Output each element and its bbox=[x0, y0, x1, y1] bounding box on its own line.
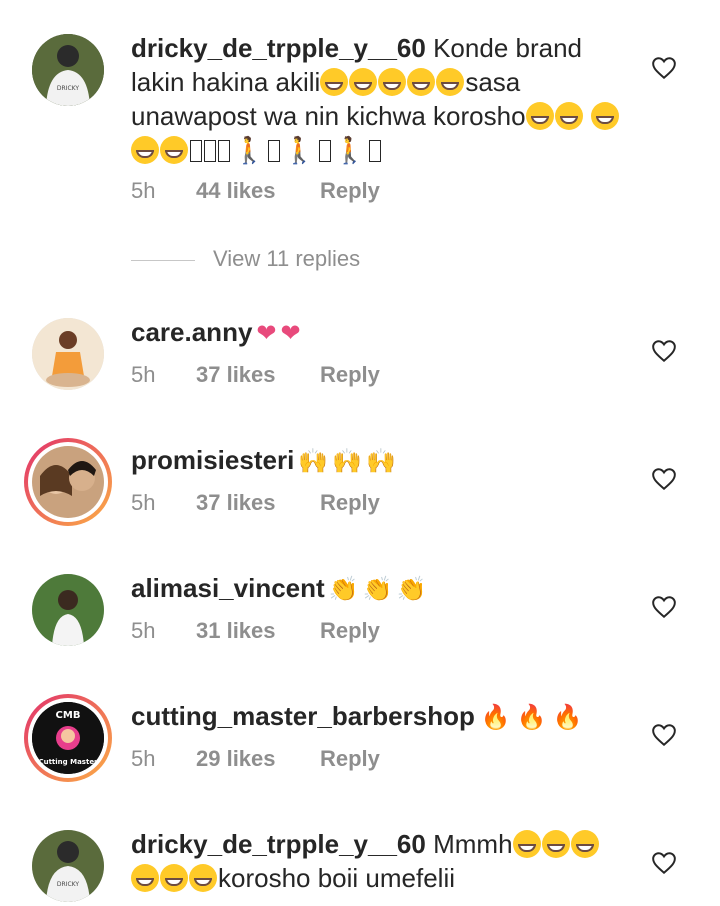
avatar[interactable] bbox=[32, 318, 104, 390]
walking-person-icon: 🚶 bbox=[333, 135, 367, 165]
likes-count[interactable]: 44 likes bbox=[196, 178, 320, 204]
raised-hands-emoji-icon: 🙌 bbox=[332, 448, 363, 475]
reply-button[interactable]: Reply bbox=[320, 178, 380, 204]
reply-button[interactable]: Reply bbox=[320, 746, 380, 772]
comment-text: promisiesteri 🙌 🙌 🙌 bbox=[131, 443, 631, 479]
laughing-emoji-icon bbox=[131, 864, 159, 892]
laughing-emoji-icon bbox=[407, 68, 436, 96]
clapping-hands-emoji-icon: 👏 bbox=[328, 576, 359, 603]
walking-person-icon: 🚶 bbox=[283, 135, 316, 165]
laughing-emoji-icon bbox=[349, 68, 378, 96]
heart-outline-icon[interactable] bbox=[651, 339, 677, 363]
pink-heart-icon: ❤ bbox=[256, 320, 277, 347]
clapping-hands-emoji-icon: 👏 bbox=[362, 576, 393, 603]
comment-text: dricky_de_trpple_y__60 Konde brand lakin… bbox=[131, 31, 631, 167]
heart-outline-icon[interactable] bbox=[651, 595, 677, 619]
clapping-hands-emoji-icon: 👏 bbox=[396, 576, 427, 603]
heart-outline-icon[interactable] bbox=[651, 467, 677, 491]
likes-count[interactable]: 37 likes bbox=[196, 490, 320, 516]
barbershop-logo-icon: CMB Cutting Master bbox=[32, 702, 104, 774]
fire-emoji-icon: 🔥 bbox=[480, 704, 511, 731]
avatar-story-ring[interactable]: CMB Cutting Master bbox=[24, 694, 112, 782]
laughing-emoji-icon bbox=[590, 102, 619, 130]
laughing-emoji-icon bbox=[570, 830, 599, 858]
walking-person-icon: 🚶 bbox=[233, 135, 266, 165]
raised-hands-emoji-icon: 🙌 bbox=[298, 448, 329, 475]
missing-glyph-icon bbox=[268, 140, 281, 162]
view-replies-link[interactable]: View 11 replies bbox=[131, 246, 360, 272]
laughing-emoji-icon bbox=[189, 864, 217, 892]
laughing-emoji-icon bbox=[378, 68, 407, 96]
divider-line bbox=[131, 259, 195, 261]
timestamp: 5h bbox=[131, 618, 156, 643]
heart-outline-icon[interactable] bbox=[651, 723, 677, 747]
avatar: CMB Cutting Master bbox=[32, 702, 104, 774]
missing-glyph-icon bbox=[369, 140, 382, 162]
comment-meta: 5h 29 likes Reply bbox=[131, 746, 380, 772]
raised-hands-emoji-icon: 🙌 bbox=[366, 448, 396, 475]
laughing-emoji-icon bbox=[131, 136, 159, 164]
missing-glyph-icon bbox=[204, 140, 216, 162]
timestamp: 5h bbox=[131, 178, 156, 203]
likes-count[interactable]: 31 likes bbox=[196, 618, 320, 644]
reply-button[interactable]: Reply bbox=[320, 618, 380, 644]
laughing-emoji-icon bbox=[160, 864, 188, 892]
pink-heart-icon: ❤ bbox=[280, 320, 301, 347]
comment-text: cutting_master_barbershop 🔥 🔥 🔥 bbox=[131, 699, 631, 735]
reply-button[interactable]: Reply bbox=[320, 490, 380, 516]
svg-text:Cutting Master: Cutting Master bbox=[38, 758, 98, 766]
comment-meta: 5h 44 likes Reply bbox=[131, 178, 380, 204]
comment-body-part-2: korosho boii umefelii bbox=[218, 863, 456, 893]
fire-emoji-icon: 🔥 bbox=[516, 704, 547, 731]
avatar-story-ring[interactable] bbox=[24, 438, 112, 526]
svg-text:DRICKY: DRICKY bbox=[57, 85, 79, 92]
username[interactable]: dricky_de_trpple_y__60 bbox=[131, 33, 426, 63]
avatar[interactable]: DRICKY bbox=[32, 830, 104, 902]
timestamp: 5h bbox=[131, 490, 156, 515]
reply-button[interactable]: Reply bbox=[320, 362, 380, 388]
laughing-emoji-icon bbox=[554, 102, 583, 130]
timestamp: 5h bbox=[131, 746, 156, 771]
missing-glyph-icon bbox=[318, 140, 331, 162]
username[interactable]: alimasi_vincent bbox=[131, 573, 325, 603]
svg-text:DRICKY: DRICKY bbox=[57, 881, 79, 888]
comment-meta: 5h 37 likes Reply bbox=[131, 490, 380, 516]
timestamp: 5h bbox=[131, 362, 156, 387]
avatar-inner bbox=[28, 442, 108, 522]
heart-outline-icon[interactable] bbox=[651, 851, 677, 875]
avatar-image bbox=[32, 318, 104, 390]
likes-count[interactable]: 37 likes bbox=[196, 362, 320, 388]
view-replies-label: View 11 replies bbox=[213, 246, 361, 271]
username[interactable]: promisiesteri bbox=[131, 445, 294, 475]
laughing-emoji-icon bbox=[541, 830, 570, 858]
likes-count[interactable]: 29 likes bbox=[196, 746, 320, 772]
username[interactable]: care.anny bbox=[131, 317, 252, 347]
avatar-inner: CMB Cutting Master bbox=[28, 698, 108, 778]
comment-body-part-1: Mmmh bbox=[433, 829, 513, 859]
missing-glyph-icon bbox=[218, 140, 230, 162]
avatar[interactable]: DRICKY bbox=[32, 34, 104, 106]
avatar-image bbox=[32, 574, 104, 646]
comment-text: alimasi_vincent 👏 👏 👏 bbox=[131, 571, 631, 607]
avatar bbox=[32, 446, 104, 518]
comment-text: care.anny ❤ ❤ bbox=[131, 315, 631, 351]
fire-emoji-icon: 🔥 bbox=[552, 704, 583, 731]
avatar-image: DRICKY bbox=[32, 830, 104, 902]
heart-outline-icon[interactable] bbox=[651, 56, 677, 80]
laughing-emoji-icon bbox=[525, 102, 554, 130]
avatar-image: DRICKY bbox=[32, 34, 104, 106]
avatar[interactable] bbox=[32, 574, 104, 646]
laughing-emoji-icon bbox=[436, 68, 465, 96]
comment-meta: 5h 31 likes Reply bbox=[131, 618, 380, 644]
missing-glyph-icon bbox=[190, 140, 202, 162]
avatar-image bbox=[32, 446, 104, 518]
comment-meta: 5h 37 likes Reply bbox=[131, 362, 380, 388]
svg-text:CMB: CMB bbox=[56, 710, 81, 721]
laughing-emoji-icon bbox=[160, 136, 188, 164]
username[interactable]: dricky_de_trpple_y__60 bbox=[131, 829, 426, 859]
laughing-emoji-icon bbox=[512, 830, 541, 858]
comment-text: dricky_de_trpple_y__60 Mmmh korosho boii… bbox=[131, 827, 631, 895]
username[interactable]: cutting_master_barbershop bbox=[131, 701, 475, 731]
laughing-emoji-icon bbox=[320, 68, 349, 96]
